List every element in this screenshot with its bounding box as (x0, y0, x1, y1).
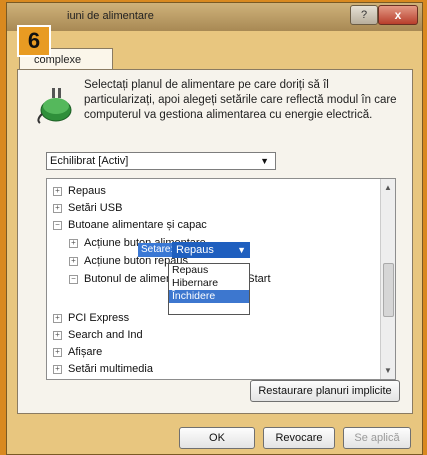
apply-button[interactable]: Se aplică (343, 427, 411, 449)
tree-item-usb[interactable]: + Setări USB (53, 200, 122, 216)
power-plan-select[interactable]: Echilibrat [Activ] ▼ (46, 152, 276, 170)
restore-defaults-button[interactable]: Restaurare planuri implicite (250, 380, 400, 402)
expand-icon[interactable]: + (53, 330, 62, 340)
tree-item-power-buttons[interactable]: − Butoane alimentare și capac (53, 217, 207, 233)
expand-icon[interactable]: + (53, 186, 62, 196)
setting-label: Setare: (138, 243, 177, 257)
setting-dropdown-list[interactable]: Repaus Hibernare Închidere (168, 263, 250, 315)
tree-item-search-indexing[interactable]: + Search and Ind (53, 327, 143, 343)
cancel-button[interactable]: Revocare (263, 427, 335, 449)
tree-item-multimedia[interactable]: + Setări multimedia (53, 361, 153, 377)
collapse-icon[interactable]: − (69, 274, 78, 284)
tree-scrollbar[interactable]: ▲ ▼ (380, 179, 395, 379)
title-bar[interactable]: iuni de alimentare ? x (7, 3, 422, 31)
setting-select[interactable]: Repaus ▼ (172, 242, 250, 258)
scroll-up-icon[interactable]: ▲ (384, 183, 392, 192)
expand-icon[interactable]: + (69, 238, 78, 248)
chevron-down-icon: ▼ (260, 156, 269, 166)
setting-value: Repaus (176, 244, 214, 256)
collapse-icon[interactable]: − (53, 220, 62, 230)
power-plug-icon (37, 88, 72, 124)
tree-item-display[interactable]: + Afișare (53, 344, 102, 360)
tree-item-repaus[interactable]: + Repaus (53, 183, 106, 199)
description-text: Selectați planul de alimentare pe care d… (84, 79, 397, 121)
settings-panel: Selectați planul de alimentare pe care d… (17, 69, 413, 414)
tree-item-pci-express[interactable]: + PCI Express (53, 310, 129, 326)
dropdown-option-inchidere[interactable]: Închidere (169, 290, 249, 303)
scroll-down-icon[interactable]: ▼ (384, 366, 392, 375)
power-plan-value: Echilibrat [Activ] (50, 155, 129, 167)
expand-icon[interactable]: + (53, 203, 62, 213)
chevron-down-icon: ▼ (237, 245, 246, 255)
scroll-thumb[interactable] (383, 263, 394, 317)
expand-icon[interactable]: + (53, 364, 62, 374)
power-options-window: iuni de alimentare ? x complexe Selectaț… (6, 2, 423, 455)
expand-icon[interactable]: + (53, 313, 62, 323)
expand-icon[interactable]: + (69, 256, 78, 266)
close-button[interactable]: x (378, 5, 418, 25)
expand-icon[interactable]: + (53, 347, 62, 357)
dropdown-option-hibernare[interactable]: Hibernare (169, 277, 249, 290)
help-button[interactable]: ? (350, 5, 378, 25)
window-title: iuni de alimentare (67, 10, 154, 22)
ok-button[interactable]: OK (179, 427, 255, 449)
step-number-badge: 6 (17, 25, 51, 57)
dropdown-option-repaus[interactable]: Repaus (169, 264, 249, 277)
